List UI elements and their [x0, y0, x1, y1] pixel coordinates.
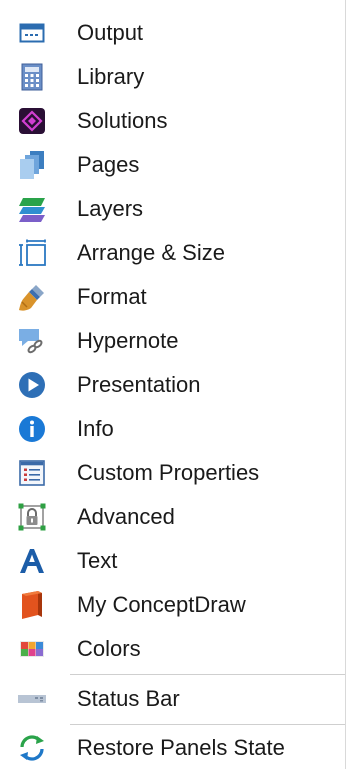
menu-item-presentation[interactable]: Presentation — [0, 363, 345, 407]
info-icon — [17, 415, 47, 443]
menu-item-custom-properties[interactable]: Custom Properties — [0, 451, 345, 495]
menu-item-label: Output — [77, 20, 144, 45]
custom-properties-icon — [17, 459, 47, 487]
solutions-icon — [17, 107, 47, 135]
menu-item-label: Pages — [77, 152, 140, 177]
status-bar-icon — [17, 685, 47, 713]
pages-icon — [17, 151, 47, 179]
menu-item-pages[interactable]: Pages — [0, 143, 345, 187]
menu-item-label: Solutions — [77, 108, 168, 133]
menu-item-arrange-size[interactable]: Arrange & Size — [0, 231, 345, 275]
arrange-size-icon — [17, 239, 47, 267]
menu-item-layers[interactable]: Layers — [0, 187, 345, 231]
menu-item-restore-panels-state[interactable]: Restore Panels State — [0, 726, 345, 770]
my-conceptdraw-icon — [17, 591, 47, 619]
menu-item-label: Text — [77, 548, 118, 573]
menu-item-label: Info — [77, 416, 114, 441]
output-icon — [17, 19, 47, 47]
menu-item-advanced[interactable]: Advanced — [0, 495, 345, 539]
panels-menu: Output Library Solutions Pages Layers Ar… — [0, 0, 346, 769]
menu-item-solutions[interactable]: Solutions — [0, 99, 345, 143]
menu-item-label: Format — [77, 284, 147, 309]
advanced-lock-icon — [17, 503, 47, 531]
menu-item-label: Presentation — [77, 372, 201, 397]
menu-item-output[interactable]: Output — [0, 11, 345, 55]
menu-item-library[interactable]: Library — [0, 55, 345, 99]
menu-separator — [70, 724, 345, 725]
menu-item-hypernote[interactable]: Hypernote — [0, 319, 345, 363]
colors-icon — [17, 635, 47, 663]
menu-item-format[interactable]: Format — [0, 275, 345, 319]
menu-item-status-bar[interactable]: Status Bar — [0, 677, 345, 721]
library-icon — [17, 63, 47, 91]
menu-item-label: Restore Panels State — [77, 735, 285, 760]
menu-item-my-conceptdraw[interactable]: My ConceptDraw — [0, 583, 345, 627]
menu-item-label: Arrange & Size — [77, 240, 225, 265]
restore-refresh-icon — [17, 734, 47, 762]
hypernote-icon — [17, 327, 47, 355]
format-brush-icon — [17, 283, 47, 311]
menu-item-label: Status Bar — [77, 686, 180, 711]
layers-icon — [17, 195, 47, 223]
menu-item-colors[interactable]: Colors — [0, 627, 345, 671]
presentation-play-icon — [17, 371, 47, 399]
menu-item-label: Hypernote — [77, 328, 179, 353]
menu-item-label: My ConceptDraw — [77, 592, 246, 617]
menu-item-label: Advanced — [77, 504, 175, 529]
menu-item-label: Custom Properties — [77, 460, 260, 485]
text-icon — [17, 547, 47, 575]
menu-separator — [70, 674, 345, 675]
menu-item-label: Colors — [77, 636, 141, 661]
menu-item-label: Layers — [77, 196, 144, 221]
menu-item-text[interactable]: Text — [0, 539, 345, 583]
menu-item-info[interactable]: Info — [0, 407, 345, 451]
menu-item-label: Library — [77, 64, 145, 89]
